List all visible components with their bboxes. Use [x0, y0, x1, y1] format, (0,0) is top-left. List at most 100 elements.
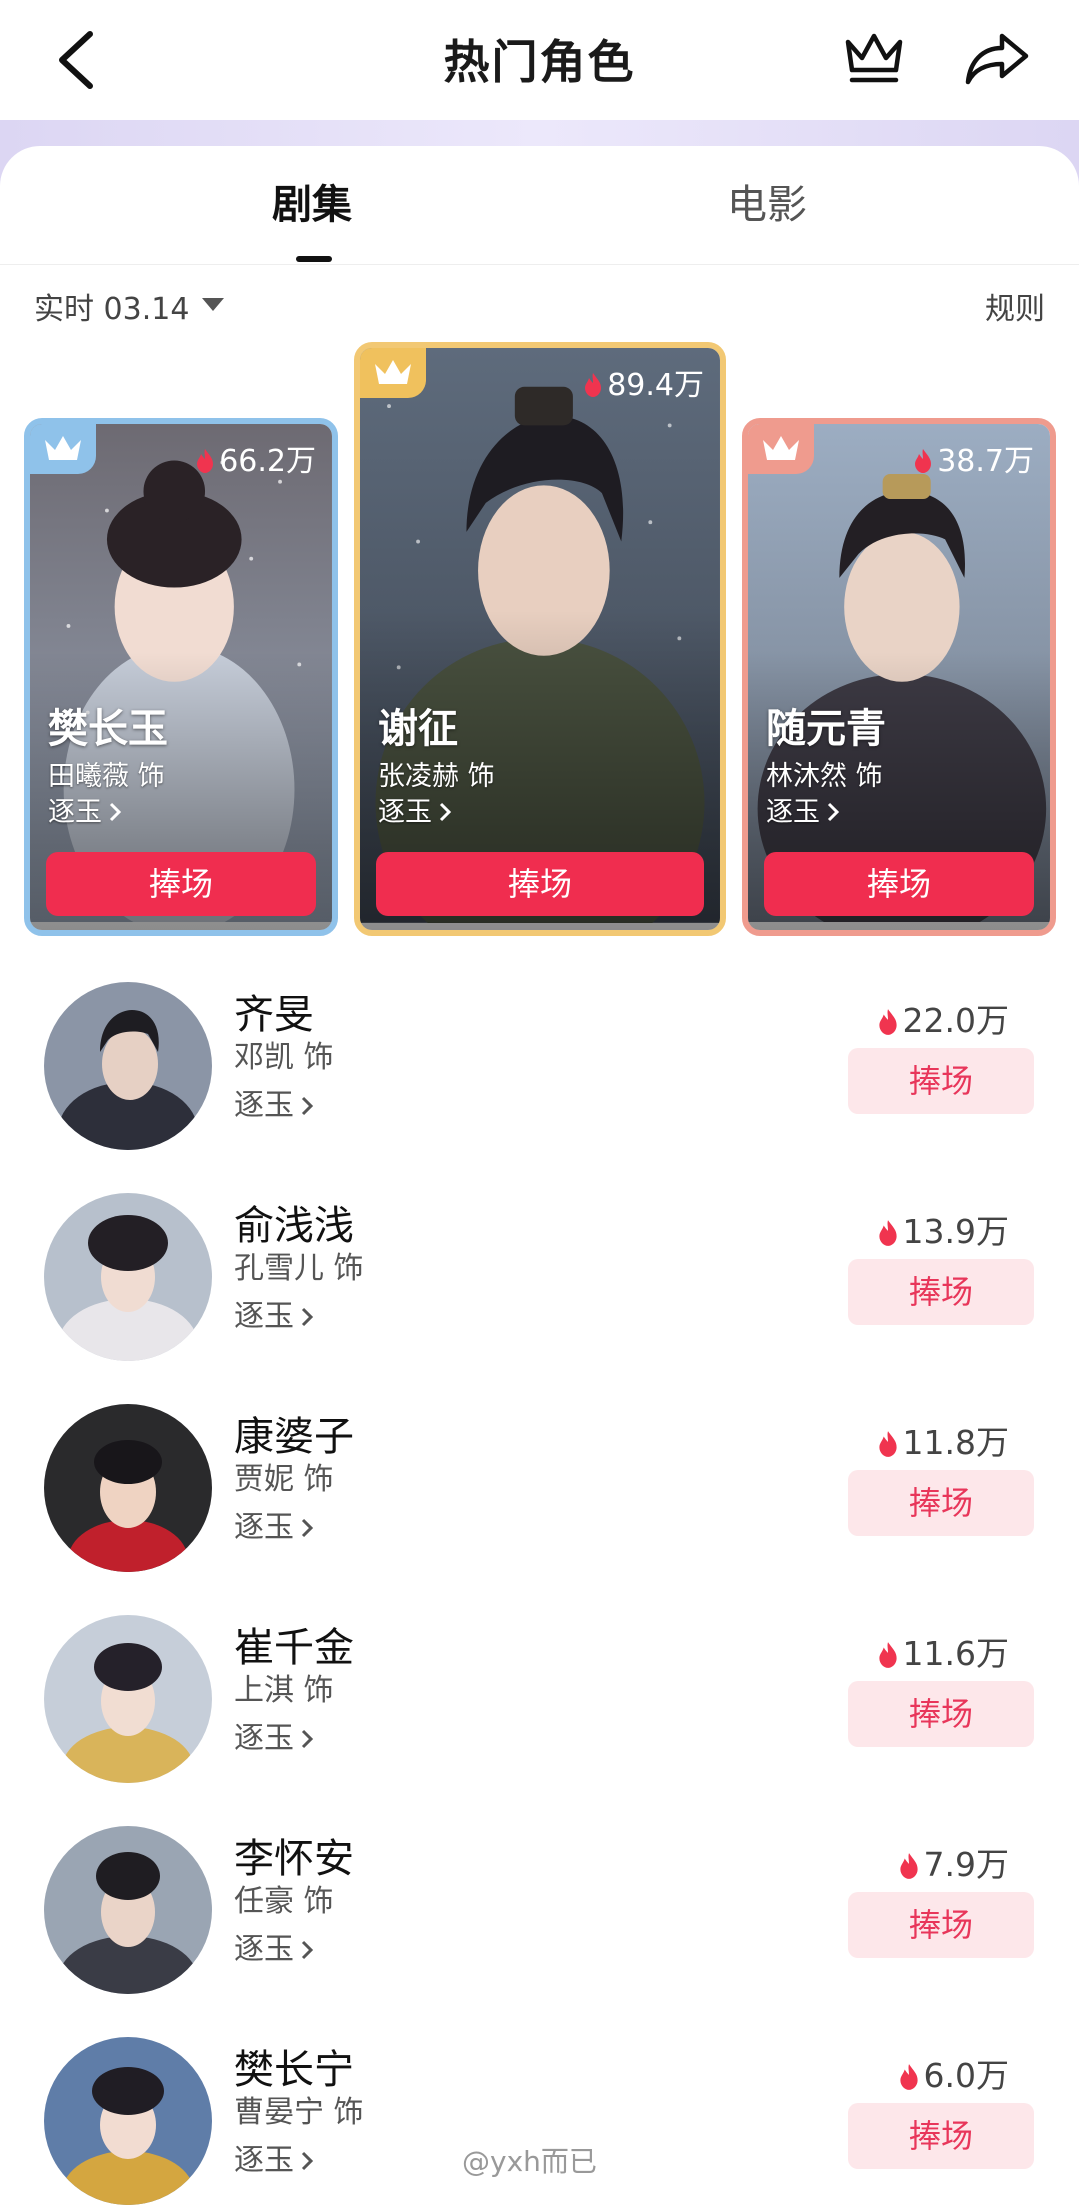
heat-value: 22.0万: [877, 994, 1009, 1042]
avatar: [44, 1404, 212, 1572]
cheer-button[interactable]: 捧场: [848, 1470, 1034, 1536]
cheer-button[interactable]: 捧场: [376, 852, 704, 916]
show-link[interactable]: 逐玉: [234, 2135, 314, 2179]
flame-icon: [878, 1431, 897, 1457]
tab-series[interactable]: 剧集: [272, 172, 352, 230]
heat-text: 7.9万: [923, 1845, 1009, 1884]
heat-text: 13.9万: [902, 1212, 1009, 1251]
chevron-right-icon: [301, 2151, 314, 2171]
tab-movies[interactable]: 电影: [727, 172, 807, 230]
show-title: 逐玉: [234, 1088, 294, 1123]
show-link[interactable]: 逐玉: [234, 1713, 314, 1757]
cheer-button[interactable]: 捧场: [848, 1892, 1034, 1958]
heat-value: 66.2万: [195, 436, 316, 480]
cheer-button[interactable]: 捧场: [848, 2103, 1034, 2169]
show-link[interactable]: 逐玉: [766, 790, 840, 829]
flame-icon: [878, 1220, 897, 1246]
heat-value: 7.9万: [898, 1838, 1009, 1886]
chevron-right-icon: [301, 1096, 314, 1116]
actor-name: 张凌赫 饰: [378, 761, 495, 792]
share-arrow-icon[interactable]: [962, 30, 1032, 86]
show-title: 逐玉: [378, 797, 432, 828]
avatar: [44, 1615, 212, 1783]
top-card-rank-2[interactable]: 66.2万 樊长玉 田曦薇 饰 逐玉 捧场: [24, 418, 338, 936]
tab-divider: [0, 264, 1079, 265]
flame-icon: [915, 449, 932, 473]
cheer-button[interactable]: 捧场: [848, 1048, 1034, 1114]
top-card-rank-3[interactable]: 38.7万 随元青 林沐然 饰 逐玉 捧场: [742, 418, 1056, 936]
chevron-right-icon: [301, 1729, 314, 1749]
show-title: 逐玉: [234, 1721, 294, 1756]
show-link[interactable]: 逐玉: [234, 1291, 314, 1335]
actor-name: 林沐然 饰: [766, 761, 883, 792]
character-name: 谢征: [378, 706, 458, 752]
list-item[interactable]: 樊长宁 曹晏宁 饰 逐玉 6.0万 捧场: [0, 2037, 1079, 2207]
cheer-button[interactable]: 捧场: [848, 1259, 1034, 1325]
caret-down-icon[interactable]: [202, 298, 224, 312]
show-link[interactable]: 逐玉: [234, 1924, 314, 1968]
cheer-button[interactable]: 捧场: [764, 852, 1034, 916]
show-link[interactable]: 逐玉: [234, 1502, 314, 1546]
actor-name: 任豪 饰: [234, 1884, 334, 1919]
actor-name: 上淇 饰: [234, 1673, 334, 1708]
show-link[interactable]: 逐玉: [378, 790, 452, 829]
avatar: [44, 1193, 212, 1361]
rules-link[interactable]: 规则: [985, 284, 1045, 328]
character-name: 樊长玉: [48, 706, 168, 752]
flame-icon: [899, 1853, 918, 1879]
flame-icon: [585, 373, 602, 397]
show-title: 逐玉: [766, 797, 820, 828]
avatar: [44, 1826, 212, 1994]
show-title: 逐玉: [234, 2143, 294, 2178]
crown-icon: [45, 436, 81, 460]
actor-name: 曹晏宁 饰: [234, 2095, 364, 2130]
heat-value: 89.4万: [583, 360, 704, 404]
flame-icon: [197, 449, 214, 473]
show-link[interactable]: 逐玉: [234, 1080, 314, 1124]
crown-icon: [763, 436, 799, 460]
list-item[interactable]: 崔千金 上淇 饰 逐玉 11.6万 捧场: [0, 1615, 1079, 1785]
heat-text: 89.4万: [607, 368, 704, 403]
top-card-rank-1[interactable]: 89.4万 谢征 张凌赫 饰 逐玉 捧场: [354, 342, 726, 936]
watermark: @yxh而已: [462, 2145, 597, 2178]
character-name: 随元青: [766, 706, 886, 752]
list-item[interactable]: 康婆子 贾妮 饰 逐玉 11.8万 捧场: [0, 1404, 1079, 1574]
avatar: [44, 2037, 212, 2205]
show-title: 逐玉: [234, 1932, 294, 1967]
flame-icon: [878, 1642, 897, 1668]
show-title: 逐玉: [234, 1299, 294, 1334]
heat-text: 11.6万: [902, 1634, 1009, 1673]
heat-value: 11.6万: [877, 1627, 1009, 1675]
chevron-right-icon: [301, 1518, 314, 1538]
heat-value: 6.0万: [898, 2049, 1009, 2097]
list-item[interactable]: 李怀安 任豪 饰 逐玉 7.9万 捧场: [0, 1826, 1079, 1996]
crown-icon[interactable]: [842, 30, 906, 86]
show-link[interactable]: 逐玉: [48, 790, 122, 829]
heat-text: 38.7万: [937, 444, 1034, 479]
list-item[interactable]: 俞浅浅 孔雪儿 饰 逐玉 13.9万 捧场: [0, 1193, 1079, 1363]
heat-value: 11.8万: [877, 1416, 1009, 1464]
show-title: 逐玉: [234, 1510, 294, 1545]
actor-name: 田曦薇 饰: [48, 761, 165, 792]
crown-icon: [375, 360, 411, 384]
cheer-button[interactable]: 捧场: [848, 1681, 1034, 1747]
heat-text: 11.8万: [902, 1423, 1009, 1462]
list-item[interactable]: 齐旻 邓凯 饰 逐玉 22.0万 捧场: [0, 982, 1079, 1152]
rank-badge: [748, 424, 814, 474]
actor-name: 孔雪儿 饰: [234, 1251, 364, 1286]
heat-text: 66.2万: [219, 444, 316, 479]
rank-badge: [360, 348, 426, 398]
avatar: [44, 982, 212, 1150]
date-filter[interactable]: 实时 03.14: [34, 284, 189, 328]
chevron-right-icon: [301, 1307, 314, 1327]
show-title: 逐玉: [48, 797, 102, 828]
rank-badge: [30, 424, 96, 474]
chevron-right-icon: [301, 1940, 314, 1960]
actor-name: 邓凯 饰: [234, 1040, 334, 1075]
page-title: 热门角色: [443, 35, 636, 89]
tab-active-indicator: [296, 256, 332, 262]
heat-value: 38.7万: [913, 436, 1034, 480]
chevron-right-icon: [439, 802, 452, 822]
heat-text: 6.0万: [923, 2056, 1009, 2095]
cheer-button[interactable]: 捧场: [46, 852, 316, 916]
